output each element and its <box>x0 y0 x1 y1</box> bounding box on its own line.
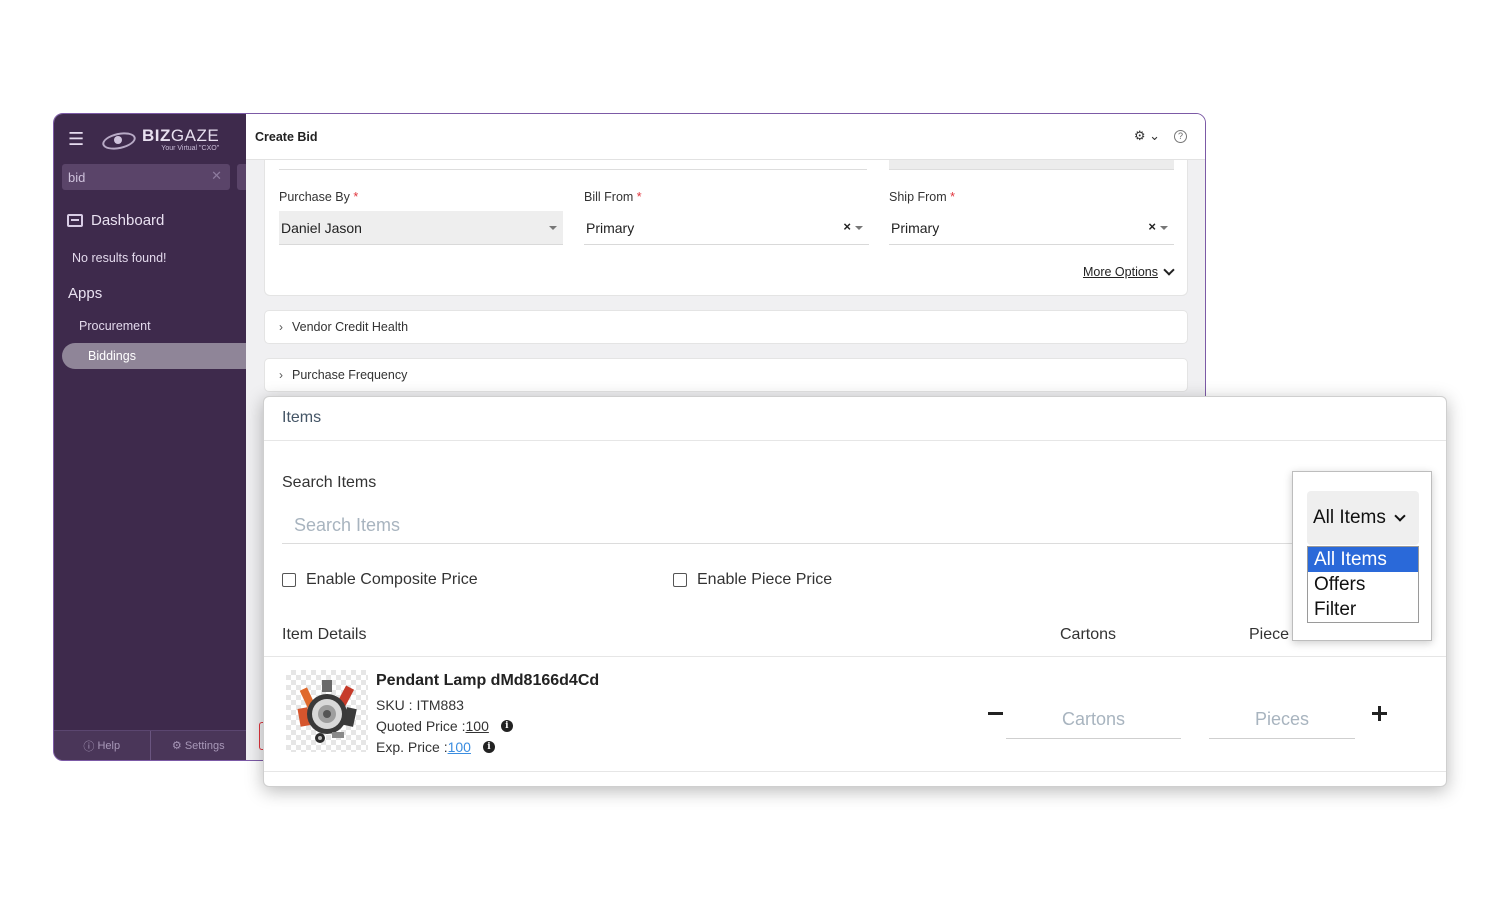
clear-search-icon[interactable]: ✕ <box>211 168 222 184</box>
enable-composite-price-checkbox[interactable]: Enable Composite Price <box>282 571 478 589</box>
logo-name: BIZGAZE <box>142 125 220 145</box>
section-label: Purchase Frequency <box>292 368 408 382</box>
clear-icon[interactable]: × <box>1148 219 1156 234</box>
bizgaze-logo: BIZGAZE Your Virtual "CXO" <box>98 127 219 152</box>
column-header-cartons: Cartons <box>1060 626 1117 643</box>
quoted-price-label: Quoted Price : <box>376 718 466 734</box>
chevron-down-icon <box>1163 264 1175 276</box>
caret-down-icon <box>855 226 863 230</box>
exp-price-link[interactable]: 100 <box>448 739 471 755</box>
sidebar-header: ☰ BIZGAZE Your Virtual "CXO" <box>54 114 246 164</box>
sidebar-search-input[interactable] <box>68 169 188 185</box>
help-circle-icon: ⓘ <box>83 740 98 753</box>
exp-price-line: Exp. Price : 100 i <box>376 739 495 755</box>
page-header: Create Bid ⚙ ⌄ ? <box>246 114 1205 160</box>
filter-option-filter[interactable]: Filter <box>1308 597 1418 622</box>
checkbox[interactable] <box>673 573 687 587</box>
purchase-by-value: Daniel Jason <box>281 219 362 236</box>
more-options-link[interactable]: More Options <box>1082 264 1175 279</box>
sidebar-footer: ⓘ Help ⚙ Settings <box>54 730 246 760</box>
cartons-input[interactable] <box>1006 701 1181 739</box>
bill-from-field: Bill From * Primary × <box>584 190 869 245</box>
chevron-down-icon <box>1394 509 1406 522</box>
items-title: Items <box>282 409 322 426</box>
clear-icon[interactable]: × <box>843 219 851 234</box>
info-icon[interactable]: i <box>500 720 513 732</box>
previous-field-underline <box>279 160 867 170</box>
chevron-right-icon: › <box>279 368 283 382</box>
item-filter-popover: All Items All Items Offers Filter <box>1292 471 1432 641</box>
quoted-price-line: Quoted Price :100 i <box>376 718 513 734</box>
info-icon[interactable]: i <box>482 741 495 753</box>
ship-from-value: Primary <box>891 219 940 236</box>
bill-from-label: Bill From * <box>584 190 642 204</box>
search-items-input[interactable] <box>282 507 1322 544</box>
item-filter-select[interactable]: All Items <box>1307 491 1419 545</box>
logo-eye-icon <box>98 129 142 149</box>
filter-option-offers[interactable]: Offers <box>1308 572 1418 597</box>
previous-field-box <box>889 160 1174 170</box>
exp-price-label: Exp. Price : <box>376 739 448 755</box>
ship-from-select[interactable]: Primary × <box>889 211 1174 245</box>
help-button[interactable]: ⓘ Help <box>54 731 150 760</box>
purchase-frequency-section[interactable]: › Purchase Frequency <box>264 358 1188 392</box>
help-label: Help <box>97 739 121 752</box>
sidebar-item-biddings[interactable]: Biddings <box>62 343 248 369</box>
checkbox-label: Enable Piece Price <box>697 571 833 588</box>
filter-options-list: All Items Offers Filter <box>1307 546 1419 623</box>
page-title: Create Bid <box>255 129 318 144</box>
item-thumbnail <box>286 670 368 752</box>
search-items-label: Search Items <box>282 474 377 491</box>
question-icon[interactable]: ? <box>1174 129 1187 143</box>
filter-option-all-items[interactable]: All Items <box>1308 547 1418 572</box>
settings-button[interactable]: ⚙ Settings <box>149 731 246 760</box>
purchase-by-select[interactable]: Daniel Jason <box>279 211 563 245</box>
item-sku: SKU : ITM883 <box>376 697 464 713</box>
increment-button[interactable] <box>1372 706 1387 721</box>
dashboard-icon <box>67 214 83 227</box>
item-name: Pendant Lamp dMd8166d4Cd <box>376 672 600 689</box>
enable-piece-price-checkbox[interactable]: Enable Piece Price <box>673 571 832 589</box>
no-results-text: No results found! <box>72 251 167 265</box>
gear-icon: ⚙ <box>171 740 185 752</box>
divider <box>264 440 1446 441</box>
gear-dropdown-icon[interactable]: ⚙ ⌄ <box>1134 128 1160 144</box>
sidebar-item-label: Dashboard <box>91 212 165 229</box>
menu-icon[interactable]: ☰ <box>68 129 90 150</box>
checkbox[interactable] <box>282 573 296 587</box>
pieces-input[interactable] <box>1209 701 1355 739</box>
purchase-by-field: Purchase By * Daniel Jason <box>279 190 563 245</box>
filter-selected-value: All Items <box>1313 507 1386 528</box>
sidebar-search[interactable]: ✕ <box>62 164 230 190</box>
column-header-pieces: Piece <box>1249 626 1290 643</box>
bill-from-select[interactable]: Primary × <box>584 211 869 245</box>
items-panel: Items Search Items Enable Composite Pric… <box>263 396 1447 787</box>
sidebar-search-button[interactable] <box>237 164 246 190</box>
divider <box>264 656 1446 657</box>
caret-down-icon <box>549 226 557 230</box>
settings-label: Settings <box>184 739 225 752</box>
ship-from-field: Ship From * Primary × <box>889 190 1174 245</box>
sidebar-item-dashboard[interactable]: Dashboard <box>54 212 246 229</box>
vendor-credit-health-section[interactable]: › Vendor Credit Health <box>264 310 1188 344</box>
divider <box>264 771 1446 772</box>
more-options-label: More Options <box>1082 265 1158 279</box>
bid-form-card: Purchase By * Daniel Jason Bill From * P… <box>264 160 1188 296</box>
pendant-lamp-image <box>297 680 357 743</box>
checkbox-label: Enable Composite Price <box>306 571 478 588</box>
purchase-by-label: Purchase By * <box>279 190 359 204</box>
bill-from-value: Primary <box>586 219 635 236</box>
quoted-price-value[interactable]: 100 <box>466 718 489 734</box>
sidebar: ☰ BIZGAZE Your Virtual "CXO" ✕ Dashboard… <box>54 114 248 760</box>
sidebar-item-procurement[interactable]: Procurement <box>54 319 246 333</box>
chevron-right-icon: › <box>279 320 283 334</box>
section-label: Vendor Credit Health <box>292 320 409 334</box>
column-header-item-details: Item Details <box>282 626 367 643</box>
apps-heading: Apps <box>68 285 103 302</box>
caret-down-icon <box>1160 226 1168 230</box>
ship-from-label: Ship From * <box>889 190 956 204</box>
logo-tagline: Your Virtual "CXO" <box>161 144 220 152</box>
decrement-button[interactable] <box>988 712 1003 715</box>
